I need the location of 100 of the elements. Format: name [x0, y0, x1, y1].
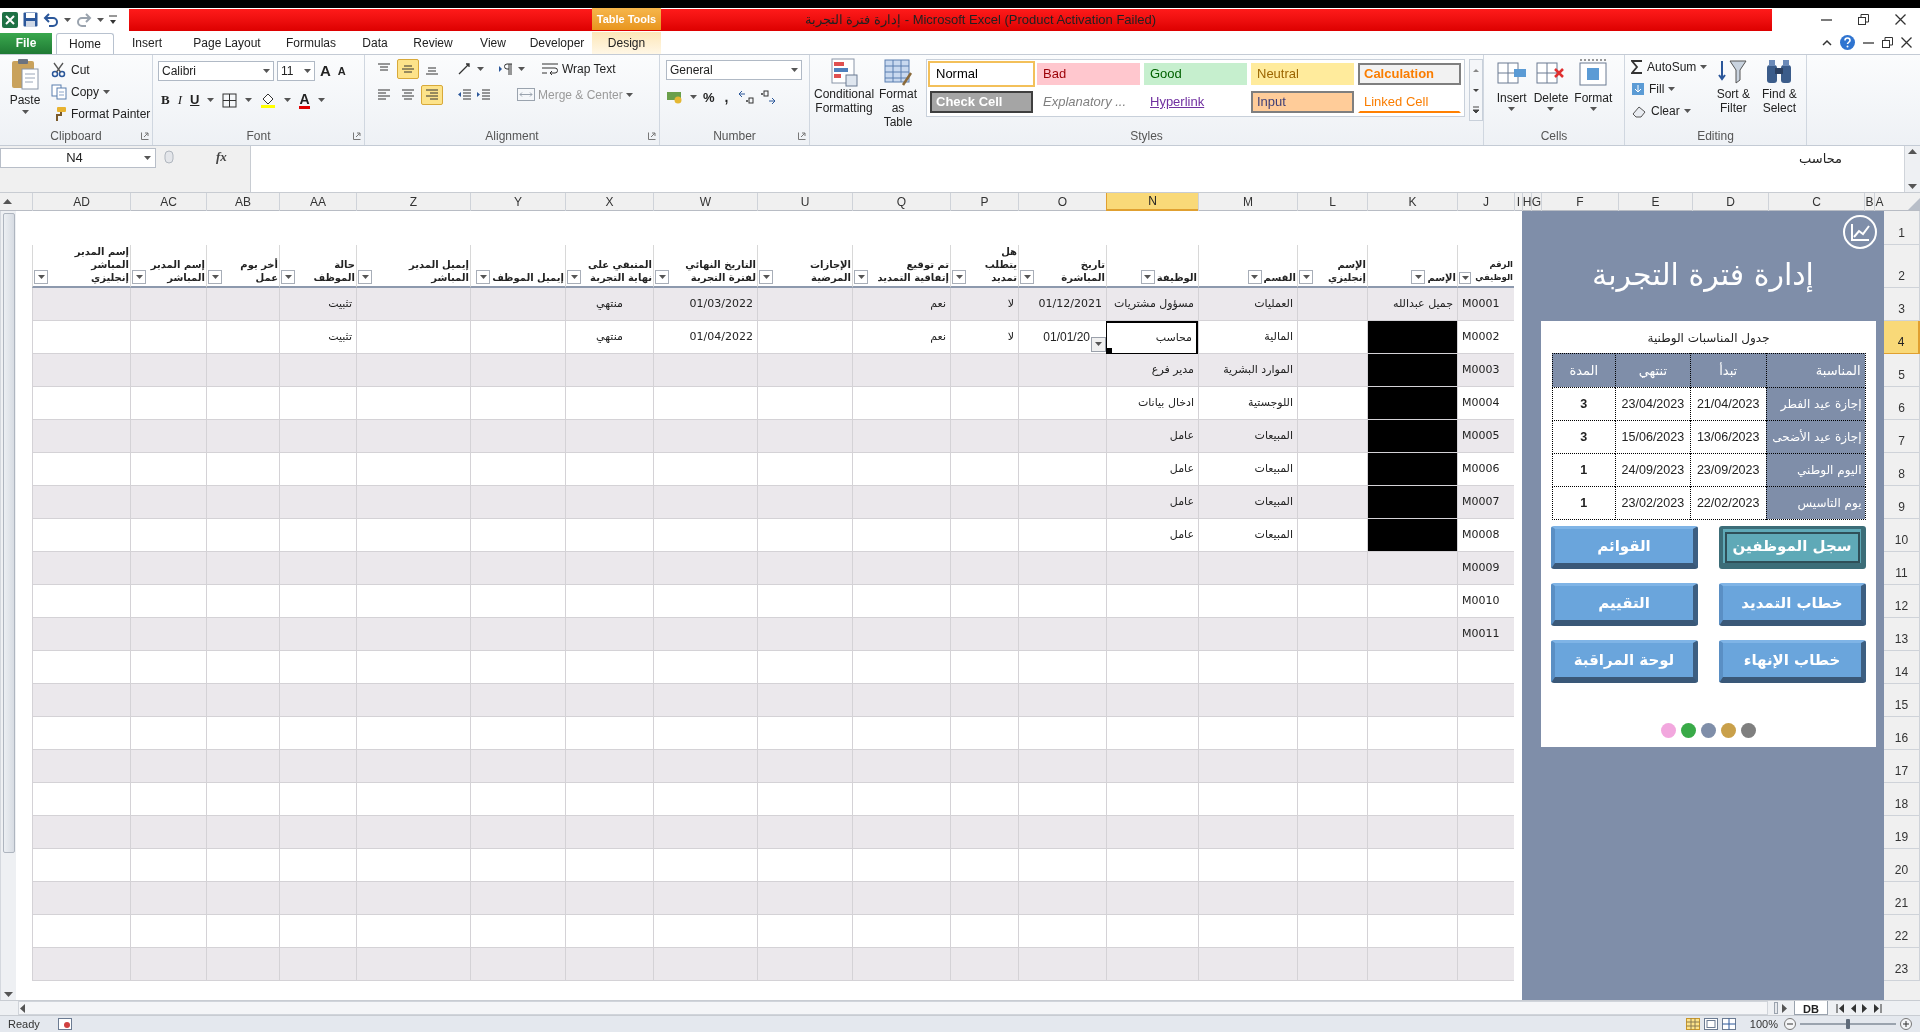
bold-button[interactable]: B: [161, 90, 170, 110]
italic-button[interactable]: I: [177, 90, 182, 110]
column-letter[interactable]: K: [1367, 192, 1457, 211]
percent-button[interactable]: %: [703, 87, 715, 108]
filter-button[interactable]: [281, 269, 295, 284]
next-sheet-icon[interactable]: [1861, 1003, 1868, 1013]
font-name-field[interactable]: Calibri: [158, 61, 274, 82]
close-icon[interactable]: [1901, 37, 1912, 49]
zoom-out-icon[interactable]: [1784, 1018, 1796, 1030]
delete-button[interactable]: Delete: [1533, 58, 1569, 111]
undo-icon[interactable]: [43, 12, 59, 28]
font-color-button[interactable]: A: [299, 91, 310, 109]
increase-decimal-icon[interactable]: [738, 90, 755, 105]
column-letter[interactable]: H: [1522, 192, 1531, 211]
filter-button[interactable]: [208, 269, 222, 284]
customize-icon[interactable]: [109, 14, 117, 25]
find-select-button[interactable]: Find & Select: [1759, 56, 1800, 115]
fill-color-icon[interactable]: [260, 92, 277, 109]
filter-button[interactable]: [854, 269, 868, 284]
zoom-in-icon[interactable]: [1900, 1018, 1912, 1030]
column-letter[interactable]: Z: [356, 192, 470, 211]
scroll-right-icon[interactable]: [1782, 1003, 1788, 1013]
filter-button[interactable]: [759, 269, 773, 284]
filter-button[interactable]: [1459, 271, 1471, 284]
dialog-launcher-icon[interactable]: [798, 131, 806, 140]
cell-style-option[interactable]: Bad: [1037, 62, 1140, 85]
column-letter[interactable]: J: [1457, 192, 1514, 211]
wrap-text-button[interactable]: Wrap Text: [541, 59, 616, 78]
ribbon-tab[interactable]: Design: [592, 31, 661, 54]
column-letter[interactable]: W: [653, 192, 757, 211]
selected-cell-frame[interactable]: محاسب: [1106, 320, 1198, 354]
redo-icon[interactable]: [76, 12, 92, 28]
decrease-indent-icon[interactable]: [457, 88, 472, 101]
cell-style-option[interactable]: Good: [1144, 62, 1247, 85]
scroll-thumb[interactable]: [2, 212, 15, 853]
cell-style-option[interactable]: Neutral: [1251, 62, 1354, 85]
vertical-scrollbar[interactable]: [0, 210, 16, 1000]
row-number[interactable]: 4: [1884, 320, 1920, 354]
help-icon[interactable]: [1840, 35, 1855, 51]
column-letter[interactable]: O: [1018, 192, 1106, 211]
column-letter[interactable]: B: [1864, 192, 1874, 211]
color-swatch[interactable]: [1741, 722, 1756, 738]
fill-button[interactable]: Fill: [1631, 78, 1708, 100]
color-swatch[interactable]: [1721, 722, 1736, 738]
column-letter[interactable]: AB: [206, 192, 279, 211]
orientation-icon[interactable]: [457, 61, 473, 76]
color-swatch[interactable]: [1681, 722, 1696, 738]
sort-filter-button[interactable]: Sort & Filter: [1713, 56, 1754, 115]
filter-button[interactable]: [476, 269, 491, 284]
grow-font-button[interactable]: A: [318, 59, 333, 83]
column-letter[interactable]: AC: [130, 192, 206, 211]
filter-button[interactable]: [655, 269, 669, 284]
column-letter[interactable]: G: [1531, 192, 1541, 211]
format-as-table-button[interactable]: Format as Table: [878, 56, 918, 129]
dialog-launcher-icon[interactable]: [648, 131, 656, 140]
formula-input[interactable]: محاسب: [250, 145, 1904, 192]
cell-style-option[interactable]: Normal: [930, 62, 1033, 85]
borders-icon[interactable]: [222, 92, 238, 108]
restore-icon[interactable]: [1858, 14, 1869, 26]
filter-button[interactable]: [1411, 269, 1426, 284]
filter-button[interactable]: [358, 269, 372, 284]
column-letter[interactable]: U: [757, 192, 852, 211]
cut-button[interactable]: Cut: [51, 59, 151, 80]
horizontal-scrollbar[interactable]: [18, 1001, 1768, 1015]
filter-button[interactable]: [132, 269, 146, 284]
dialog-launcher-icon[interactable]: [141, 131, 149, 140]
column-letter[interactable]: Q: [852, 192, 950, 211]
paste-button[interactable]: Paste: [3, 57, 47, 127]
filter-button[interactable]: [1140, 269, 1155, 284]
color-swatch[interactable]: [1701, 722, 1716, 738]
spreadsheet-app-icon[interactable]: [2, 11, 18, 28]
filter-button[interactable]: [952, 269, 966, 284]
align-button[interactable]: [421, 84, 443, 105]
currency-icon[interactable]: [666, 90, 684, 105]
ribbon-tab[interactable]: Insert: [114, 32, 180, 54]
ribbon-tab[interactable]: Home: [56, 32, 114, 54]
filter-button[interactable]: [1247, 269, 1262, 284]
comma-button[interactable]: ,: [720, 86, 733, 108]
previous-sheet-icon[interactable]: [1849, 1003, 1856, 1013]
column-letter[interactable]: Y: [470, 192, 565, 211]
restore-icon[interactable]: [1882, 37, 1893, 49]
ribbon-tab[interactable]: Review: [402, 32, 464, 54]
column-letter[interactable]: F: [1541, 192, 1618, 211]
column-letter[interactable]: E: [1618, 192, 1692, 211]
column-letter[interactable]: I: [1514, 192, 1522, 211]
color-swatch[interactable]: [1661, 722, 1676, 738]
column-letter[interactable]: D: [1692, 192, 1768, 211]
save-icon[interactable]: [23, 12, 38, 28]
ribbon-tab[interactable]: Data: [348, 32, 402, 54]
ribbon-tab[interactable]: Formulas: [274, 32, 348, 54]
close-icon[interactable]: [1895, 14, 1906, 26]
dialog-launcher-icon[interactable]: [353, 131, 361, 140]
format-painter-button[interactable]: Format Painter: [51, 103, 151, 124]
filter-button[interactable]: [567, 269, 581, 284]
dropdown-button[interactable]: [1091, 336, 1106, 352]
page-break-view-icon[interactable]: [1721, 1018, 1736, 1030]
filter-button[interactable]: [1299, 269, 1313, 284]
decrease-decimal-icon[interactable]: [760, 90, 777, 105]
page-layout-view-icon[interactable]: [1703, 1018, 1718, 1030]
name-box[interactable]: N4: [0, 147, 156, 168]
